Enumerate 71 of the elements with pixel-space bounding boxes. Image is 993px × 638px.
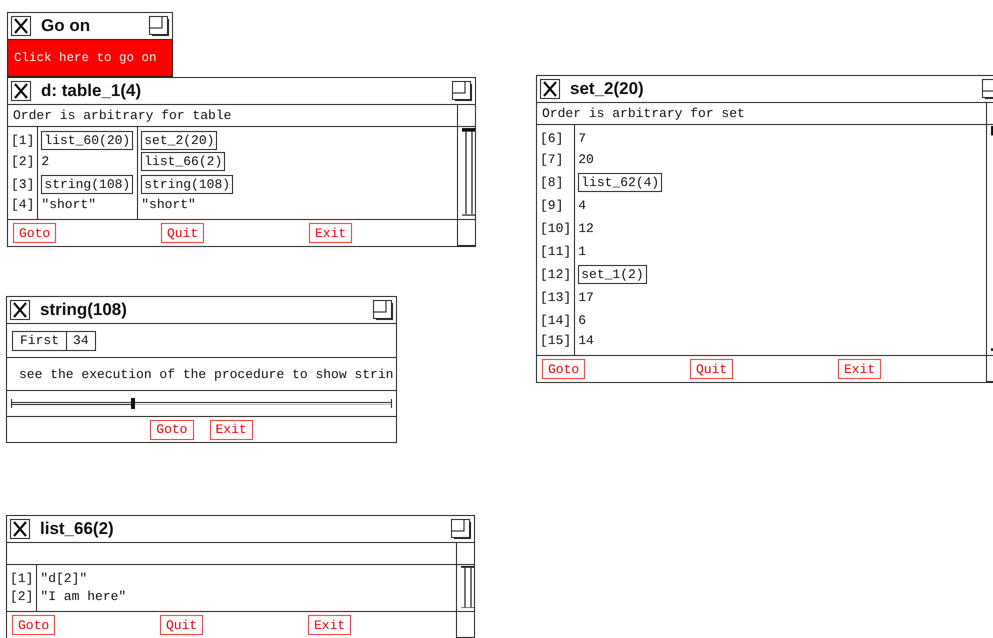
- value-text: 1: [578, 244, 586, 259]
- maximize-icon[interactable]: [451, 519, 471, 539]
- row-index: [15]: [537, 332, 575, 355]
- window-title: string(108): [40, 300, 128, 320]
- maximize-icon[interactable]: [373, 300, 393, 320]
- value-text: 17: [578, 290, 594, 305]
- close-icon[interactable]: [10, 519, 30, 539]
- close-icon[interactable]: [10, 300, 30, 320]
- action-button[interactable]: Exit: [308, 615, 352, 635]
- row-index: [1]: [7, 565, 37, 588]
- action-button[interactable]: Goto: [542, 359, 586, 379]
- reference-link[interactable]: list_62(4): [578, 173, 662, 192]
- row-index: [1]: [8, 127, 38, 150]
- value-text: 2: [41, 154, 50, 169]
- slider-track[interactable]: [11, 399, 392, 408]
- scrollbar[interactable]: [462, 128, 475, 216]
- value-text: 6: [578, 313, 586, 328]
- string-text: see the execution of the procedure to show strin: [19, 366, 394, 382]
- row-index: [13]: [537, 286, 575, 309]
- action-button[interactable]: Quit: [160, 615, 204, 635]
- row-index: [3]: [8, 173, 38, 196]
- slider-thumb[interactable]: [131, 398, 136, 409]
- value-text: "I am here": [40, 589, 126, 604]
- value-text: 20: [578, 152, 594, 167]
- window-title: list_66(2): [40, 519, 115, 539]
- action-button[interactable]: Goto: [12, 615, 56, 635]
- value-text: 12: [578, 221, 594, 236]
- value-text: 4: [578, 198, 586, 213]
- reference-link[interactable]: string(108): [41, 175, 134, 194]
- action-button[interactable]: Quit: [690, 359, 734, 379]
- reference-link[interactable]: set_1(2): [578, 265, 647, 284]
- reference-link[interactable]: string(108): [141, 175, 234, 194]
- maximize-icon[interactable]: [452, 81, 472, 101]
- action-button[interactable]: Quit: [161, 223, 204, 243]
- row-index: [12]: [537, 263, 575, 286]
- reference-link[interactable]: list_60(20): [41, 130, 134, 150]
- value-text: "short": [41, 197, 96, 212]
- window-title: set_2(20): [570, 79, 645, 99]
- action-button[interactable]: Goto: [150, 420, 194, 440]
- row-index: [14]: [537, 309, 575, 332]
- reference-link[interactable]: list_66(2): [141, 152, 226, 171]
- reference-link[interactable]: set_2(20): [141, 130, 218, 150]
- row-index: [4]: [8, 196, 38, 219]
- action-button[interactable]: Exit: [210, 420, 253, 440]
- info-text: Order is arbitrary for set: [542, 106, 745, 121]
- row-index: [2]: [7, 588, 37, 611]
- window-title: d: table_1(4): [41, 81, 142, 101]
- value-text: "d[2]": [40, 570, 88, 586]
- value-text: 14: [578, 333, 594, 348]
- value-text: "short": [141, 197, 196, 212]
- row-index: [8]: [537, 171, 575, 194]
- close-icon[interactable]: [11, 16, 31, 36]
- maximize-icon[interactable]: [149, 16, 169, 36]
- action-button[interactable]: Exit: [838, 359, 882, 379]
- window-title: Go on: [41, 16, 92, 36]
- row-index: [10]: [537, 217, 575, 240]
- close-icon[interactable]: [11, 81, 31, 101]
- position-value: 34: [72, 332, 90, 350]
- position-label: First: [13, 332, 68, 350]
- row-index: [6]: [537, 125, 575, 148]
- info-text: Order is arbitrary for table: [13, 108, 232, 123]
- row-index: [7]: [537, 148, 575, 171]
- close-icon[interactable]: [540, 79, 560, 99]
- row-index: [11]: [537, 240, 575, 263]
- action-button[interactable]: Goto: [13, 223, 56, 243]
- row-index: [9]: [537, 194, 575, 217]
- scrollbar[interactable]: [461, 566, 474, 608]
- value-text: 7: [578, 130, 586, 146]
- row-index: [2]: [8, 150, 38, 173]
- action-button[interactable]: Exit: [309, 223, 352, 243]
- go-on-button[interactable]: Click here to go on: [8, 40, 172, 76]
